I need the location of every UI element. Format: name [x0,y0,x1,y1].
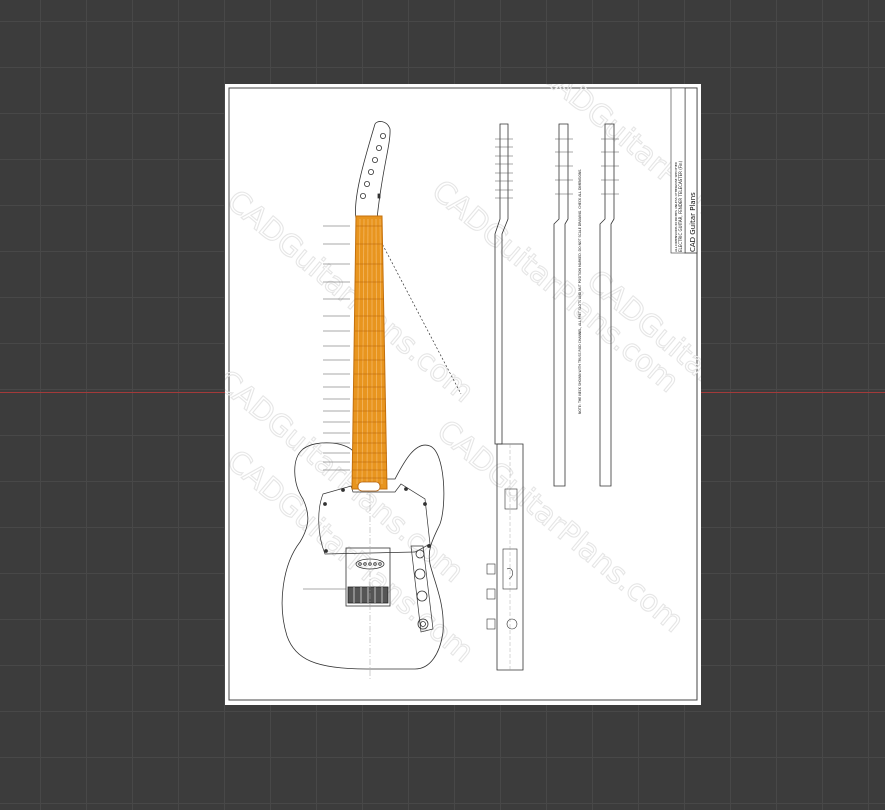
watermark-4: CADGuitarPlans.com [430,413,691,640]
watermarks: CADGuitarPlans.com CADGuitarPlans.com CA… [225,84,701,670]
side-view [486,123,524,671]
blueprint-drawing: CADGuitarPlans.com CADGuitarPlans.com CA… [225,84,701,701]
title-company: CAD Guitar Plans [689,192,697,252]
title-drawing: ELECTRIC GUITAR, FENDER TELECASTER (Fin) [678,161,683,252]
watermark-5: CADGuitarPlans.com [225,183,480,410]
title-block: CAD Guitar Plans ELECTRIC GUITAR, FENDER… [670,87,698,254]
canvas-viewport[interactable]: CADGuitarPlans.com CADGuitarPlans.com CA… [0,0,885,810]
neck-selected[interactable] [351,215,388,492]
drawing-notes: NOTE: THE NECK SHOWN WITH TRUSS ROD CHAN… [578,169,582,414]
drawing-sheet[interactable]: CADGuitarPlans.com CADGuitarPlans.com CA… [225,84,701,705]
title-notes: ALL DIMENSIONS IN INCHES UNLESS OTHERWIS… [674,161,678,252]
side-neck-outline [494,123,509,445]
watermark-1: CADGuitarPlans.com [425,173,686,400]
tuner-hole [379,133,386,140]
